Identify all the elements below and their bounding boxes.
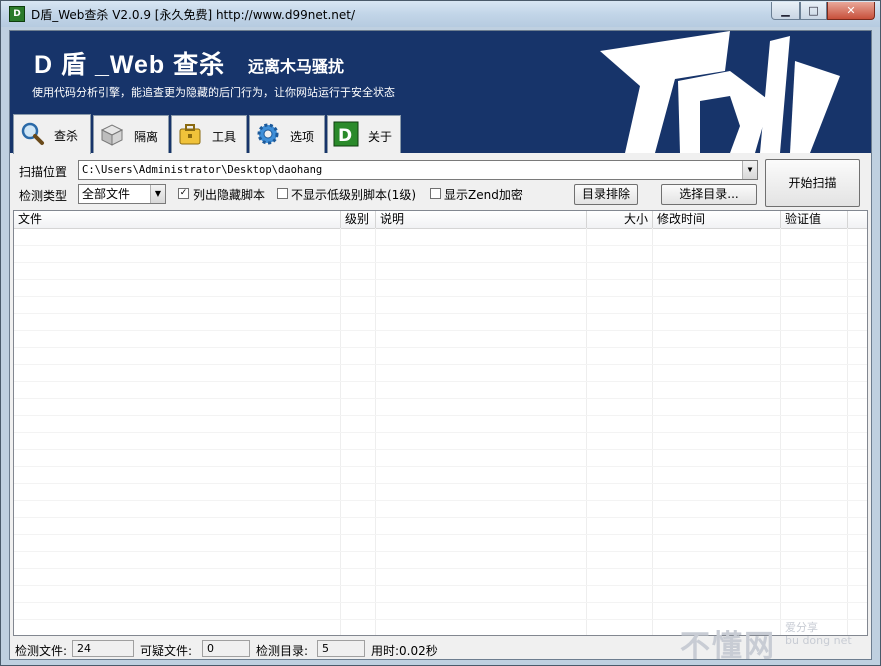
show-zend-checkbox[interactable] bbox=[430, 188, 441, 199]
scan-type-label: 检测类型 bbox=[19, 189, 68, 203]
show-hidden-checkbox[interactable]: ✓ bbox=[178, 188, 189, 199]
scan-location-label: 扫描位置 bbox=[19, 165, 68, 179]
table-row-divider bbox=[14, 534, 867, 535]
tab-scan-label: 查杀 bbox=[54, 129, 79, 143]
col-file[interactable]: 文件 bbox=[14, 211, 341, 228]
table-row-divider bbox=[14, 330, 867, 331]
results-table[interactable]: 文件 级别 说明 大小 修改时间 验证值 bbox=[13, 210, 868, 636]
choose-dir-button[interactable]: 选择目录... bbox=[661, 184, 757, 205]
svg-text:D: D bbox=[338, 126, 352, 146]
app-icon: D bbox=[9, 6, 25, 22]
chevron-down-icon[interactable]: ▼ bbox=[150, 185, 165, 203]
tab-options-label: 选项 bbox=[290, 130, 315, 144]
table-row-divider bbox=[14, 245, 867, 246]
app-window: D D盾_Web查杀 V2.0.9 [永久免费] http://www.d99n… bbox=[0, 0, 881, 666]
tab-about-label: 关于 bbox=[368, 130, 393, 144]
hide-lowlevel-checkbox[interactable] bbox=[277, 188, 288, 199]
show-hidden-label: 列出隐藏脚本 bbox=[193, 188, 266, 202]
dirs-count-label: 检测目录: bbox=[256, 644, 309, 658]
table-row-divider bbox=[14, 568, 867, 569]
gear-icon bbox=[257, 123, 279, 145]
title-bar[interactable]: D D盾_Web查杀 V2.0.9 [永久免费] http://www.d99n… bbox=[1, 1, 880, 27]
watermark-line1: 爱分享 bbox=[785, 621, 818, 634]
start-scan-button[interactable]: 开始扫描 bbox=[765, 159, 860, 207]
col-size[interactable]: 大小 bbox=[587, 211, 653, 228]
scan-type-value: 全部文件 bbox=[82, 187, 131, 201]
table-row-divider bbox=[14, 262, 867, 263]
table-row-divider bbox=[14, 296, 867, 297]
col-desc[interactable]: 说明 bbox=[376, 211, 587, 228]
table-row-divider bbox=[14, 347, 867, 348]
minimize-button[interactable]: ▁ bbox=[771, 2, 800, 20]
d-shield-logo bbox=[600, 31, 840, 153]
scan-path-combobox[interactable]: C:\Users\Administrator\Desktop\daohang ▼ bbox=[78, 160, 758, 180]
table-row-divider bbox=[14, 398, 867, 399]
table-row-divider bbox=[14, 449, 867, 450]
table-row-divider bbox=[14, 381, 867, 382]
files-count-label: 检测文件: bbox=[15, 644, 68, 658]
brand-subtitle: 远离木马骚扰 bbox=[248, 57, 345, 76]
d-logo-icon: D bbox=[333, 121, 359, 147]
table-row-divider bbox=[14, 432, 867, 433]
tab-tools-label: 工具 bbox=[212, 130, 237, 144]
chevron-down-icon[interactable]: ▼ bbox=[742, 161, 757, 179]
dirs-count-value: 5 bbox=[317, 640, 365, 657]
tab-quarantine[interactable]: 隔离 bbox=[93, 115, 169, 153]
table-row-divider bbox=[14, 517, 867, 518]
table-row-divider bbox=[14, 551, 867, 552]
tab-tools[interactable]: 工具 bbox=[171, 115, 247, 153]
table-row-divider bbox=[14, 313, 867, 314]
tab-about[interactable]: D 关于 bbox=[327, 115, 401, 153]
table-row-divider bbox=[14, 466, 867, 467]
col-hash[interactable]: 验证值 bbox=[781, 211, 848, 228]
main-panel: D 盾 _Web 查杀 远离木马骚扰 使用代码分析引擎，能追查更为隐藏的后门行为… bbox=[9, 30, 872, 664]
hide-lowlevel-label: 不显示低级别脚本(1级) bbox=[291, 188, 416, 202]
files-count-value: 24 bbox=[72, 640, 134, 657]
toolbox-icon bbox=[179, 124, 201, 145]
magnifier-icon bbox=[21, 122, 44, 145]
table-row-divider bbox=[14, 364, 867, 365]
box-icon bbox=[100, 124, 124, 146]
window-title: D盾_Web查杀 V2.0.9 [永久免费] http://www.d99net… bbox=[31, 8, 356, 22]
tab-scan[interactable]: 查杀 bbox=[13, 114, 91, 154]
table-row-divider bbox=[14, 279, 867, 280]
table-header: 文件 级别 说明 大小 修改时间 验证值 bbox=[14, 211, 867, 229]
table-row-divider bbox=[14, 619, 867, 620]
suspicious-count-label: 可疑文件: bbox=[140, 644, 193, 658]
brand-title: D 盾 _Web 查杀 bbox=[34, 51, 226, 79]
show-zend-label: 显示Zend加密 bbox=[444, 188, 523, 202]
col-mtime[interactable]: 修改时间 bbox=[653, 211, 781, 228]
tab-quarantine-label: 隔离 bbox=[134, 130, 159, 144]
suspicious-count-value: 0 bbox=[202, 640, 250, 657]
table-row-divider bbox=[14, 585, 867, 586]
tagline: 使用代码分析引擎，能追查更为隐藏的后门行为，让你网站运行于安全状态 bbox=[32, 86, 395, 99]
tab-options[interactable]: 选项 bbox=[249, 115, 325, 153]
table-row-divider bbox=[14, 500, 867, 501]
status-bar: 检测文件: 24 可疑文件: 0 检测目录: 5 用时:0.02秒 bbox=[10, 637, 871, 659]
close-button[interactable]: ✕ bbox=[827, 2, 875, 20]
elapsed-time: 用时:0.02秒 bbox=[371, 644, 438, 658]
col-level[interactable]: 级别 bbox=[341, 211, 376, 228]
scan-type-select[interactable]: 全部文件 ▼ bbox=[78, 184, 166, 204]
exclude-dir-button[interactable]: 目录排除 bbox=[574, 184, 638, 205]
table-row-divider bbox=[14, 483, 867, 484]
table-row-divider bbox=[14, 415, 867, 416]
maximize-button[interactable]: □ bbox=[800, 2, 827, 20]
table-row-divider bbox=[14, 602, 867, 603]
scan-path-value: C:\Users\Administrator\Desktop\daohang bbox=[82, 164, 323, 176]
